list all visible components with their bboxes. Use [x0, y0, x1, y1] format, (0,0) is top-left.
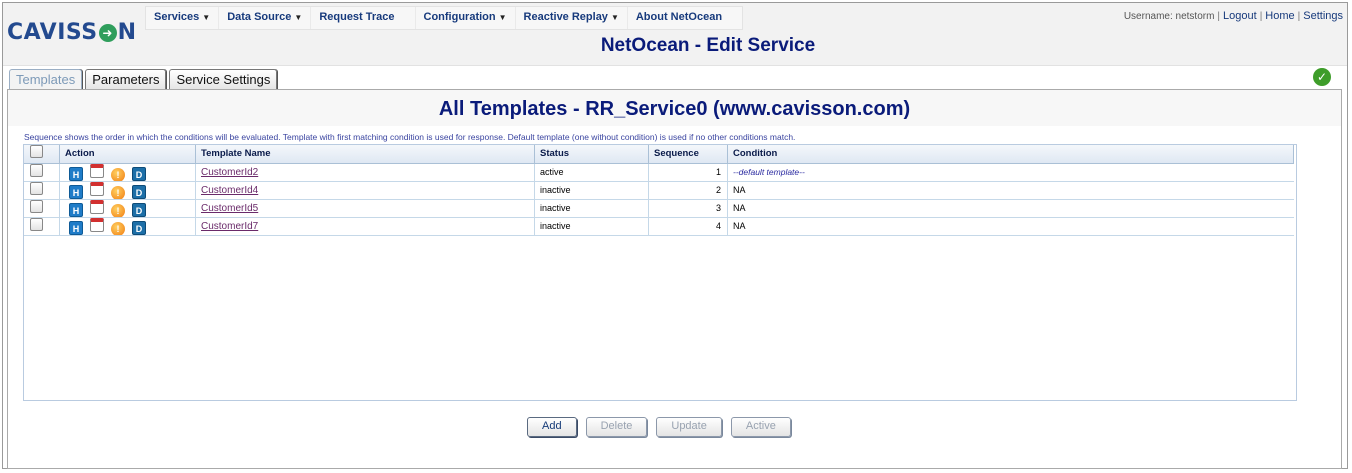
user-bar: Username: netstorm | Logout | Home | Settings	[1123, 10, 1343, 22]
condition-cell: --default template--	[733, 167, 805, 177]
row-checkbox[interactable]	[30, 218, 43, 231]
table-row[interactable]: H! D CustomerId2 active 1 --default templ…	[24, 164, 1294, 182]
section-title: All Templates - RR_Service0 (www.cavisso…	[438, 98, 911, 120]
download-icon[interactable]: D	[132, 221, 146, 235]
template-name-link[interactable]: CustomerId5	[201, 203, 258, 214]
menu-configuration[interactable]: Configuration ▼	[416, 7, 516, 29]
col-template-name-header[interactable]: Template Name	[196, 145, 535, 163]
check-circle-icon: ✓	[1313, 68, 1331, 86]
templates-table: Action Template Name Status Sequence Con…	[23, 144, 1297, 401]
condition-cell: NA	[733, 203, 746, 213]
cavisson-logo: CAVISS ➜ N	[7, 20, 137, 45]
tab-templates[interactable]: Templates	[9, 69, 83, 90]
info-text: Sequence shows the order in which the co…	[24, 132, 796, 142]
http-icon[interactable]: H	[69, 167, 83, 181]
tab-service-settings[interactable]: Service Settings	[169, 69, 278, 90]
table-row[interactable]: H! D CustomerId4 inactive 2 NA	[24, 182, 1294, 200]
status-cell: inactive	[535, 218, 649, 235]
status-cell: inactive	[535, 200, 649, 217]
table-row[interactable]: H! D CustomerId7 inactive 4 NA	[24, 218, 1294, 236]
page-title: NetOcean - Edit Service	[600, 35, 816, 56]
select-all-checkbox[interactable]	[30, 145, 43, 158]
template-name-link[interactable]: CustomerId2	[201, 167, 258, 178]
menu-services[interactable]: Services ▼	[146, 7, 220, 29]
http-icon[interactable]: H	[69, 203, 83, 217]
menu-reactive-replay[interactable]: Reactive Replay ▼	[516, 7, 628, 29]
col-action-header[interactable]: Action	[60, 145, 196, 163]
http-icon[interactable]: H	[69, 221, 83, 235]
top-header: CAVISS ➜ N Services ▼ Data Source ▼ Request …	[3, 3, 1347, 66]
tab-parameters[interactable]: Parameters	[85, 69, 167, 90]
schedule-icon[interactable]	[90, 200, 104, 214]
condition-cell: NA	[733, 185, 746, 195]
active-button[interactable]: Active	[730, 417, 791, 437]
sequence-cell: 1	[649, 164, 728, 181]
col-status-header[interactable]: Status	[535, 145, 649, 163]
template-name-link[interactable]: CustomerId4	[201, 185, 258, 196]
username-label: Username: netstorm	[1123, 11, 1215, 22]
schedule-icon[interactable]	[90, 182, 104, 196]
error-icon[interactable]: !	[111, 222, 125, 235]
sequence-cell: 4	[649, 218, 728, 235]
sequence-cell: 2	[649, 182, 728, 199]
schedule-icon[interactable]	[90, 218, 104, 232]
http-icon[interactable]: H	[69, 185, 83, 199]
section-header: All Templates - RR_Service0 (www.cavisso…	[8, 90, 1341, 126]
templates-panel: All Templates - RR_Service0 (www.cavisso…	[7, 89, 1342, 469]
row-checkbox[interactable]	[30, 200, 43, 213]
row-checkbox[interactable]	[30, 164, 43, 177]
logout-link[interactable]: Logout	[1223, 10, 1257, 22]
chevron-down-icon: ▼	[498, 13, 507, 22]
error-icon[interactable]: !	[111, 186, 125, 199]
action-buttons: Add Delete Update Active	[527, 417, 791, 437]
sequence-cell: 3	[649, 200, 728, 217]
home-link[interactable]: Home	[1265, 10, 1294, 22]
status-cell: inactive	[535, 182, 649, 199]
menu-about-netocean[interactable]: About NetOcean	[628, 7, 742, 29]
menu-request-trace[interactable]: Request Trace	[311, 7, 416, 29]
condition-cell: NA	[733, 221, 746, 231]
download-icon[interactable]: D	[132, 167, 146, 181]
chevron-down-icon: ▼	[610, 13, 619, 22]
download-icon[interactable]: D	[132, 203, 146, 217]
schedule-icon[interactable]	[90, 164, 104, 178]
main-menu: Services ▼ Data Source ▼ Request Trace Con…	[145, 6, 744, 30]
logo-mark-icon: ➜	[98, 24, 117, 42]
app-window: CAVISS ➜ N Services ▼ Data Source ▼ Request …	[2, 2, 1348, 469]
table-row[interactable]: H! D CustomerId5 inactive 3 NA	[24, 200, 1294, 218]
error-icon[interactable]: !	[111, 168, 125, 181]
settings-link[interactable]: Settings	[1303, 10, 1343, 22]
menu-data-source[interactable]: Data Source ▼	[219, 7, 312, 29]
add-button[interactable]: Add	[527, 417, 577, 437]
download-icon[interactable]: D	[132, 185, 146, 199]
error-icon[interactable]: !	[111, 204, 125, 217]
status-cell: active	[535, 164, 649, 181]
col-sequence-header[interactable]: Sequence	[649, 145, 728, 163]
template-name-link[interactable]: CustomerId7	[201, 221, 258, 232]
table-header: Action Template Name Status Sequence Con…	[24, 145, 1294, 164]
delete-button[interactable]: Delete	[585, 417, 648, 437]
row-checkbox[interactable]	[30, 182, 43, 195]
tab-bar: Templates Parameters Service Settings	[9, 69, 278, 90]
col-condition-header[interactable]: Condition	[728, 145, 1294, 163]
update-button[interactable]: Update	[656, 417, 722, 437]
chevron-down-icon: ▼	[294, 13, 303, 22]
chevron-down-icon: ▼	[202, 13, 211, 22]
